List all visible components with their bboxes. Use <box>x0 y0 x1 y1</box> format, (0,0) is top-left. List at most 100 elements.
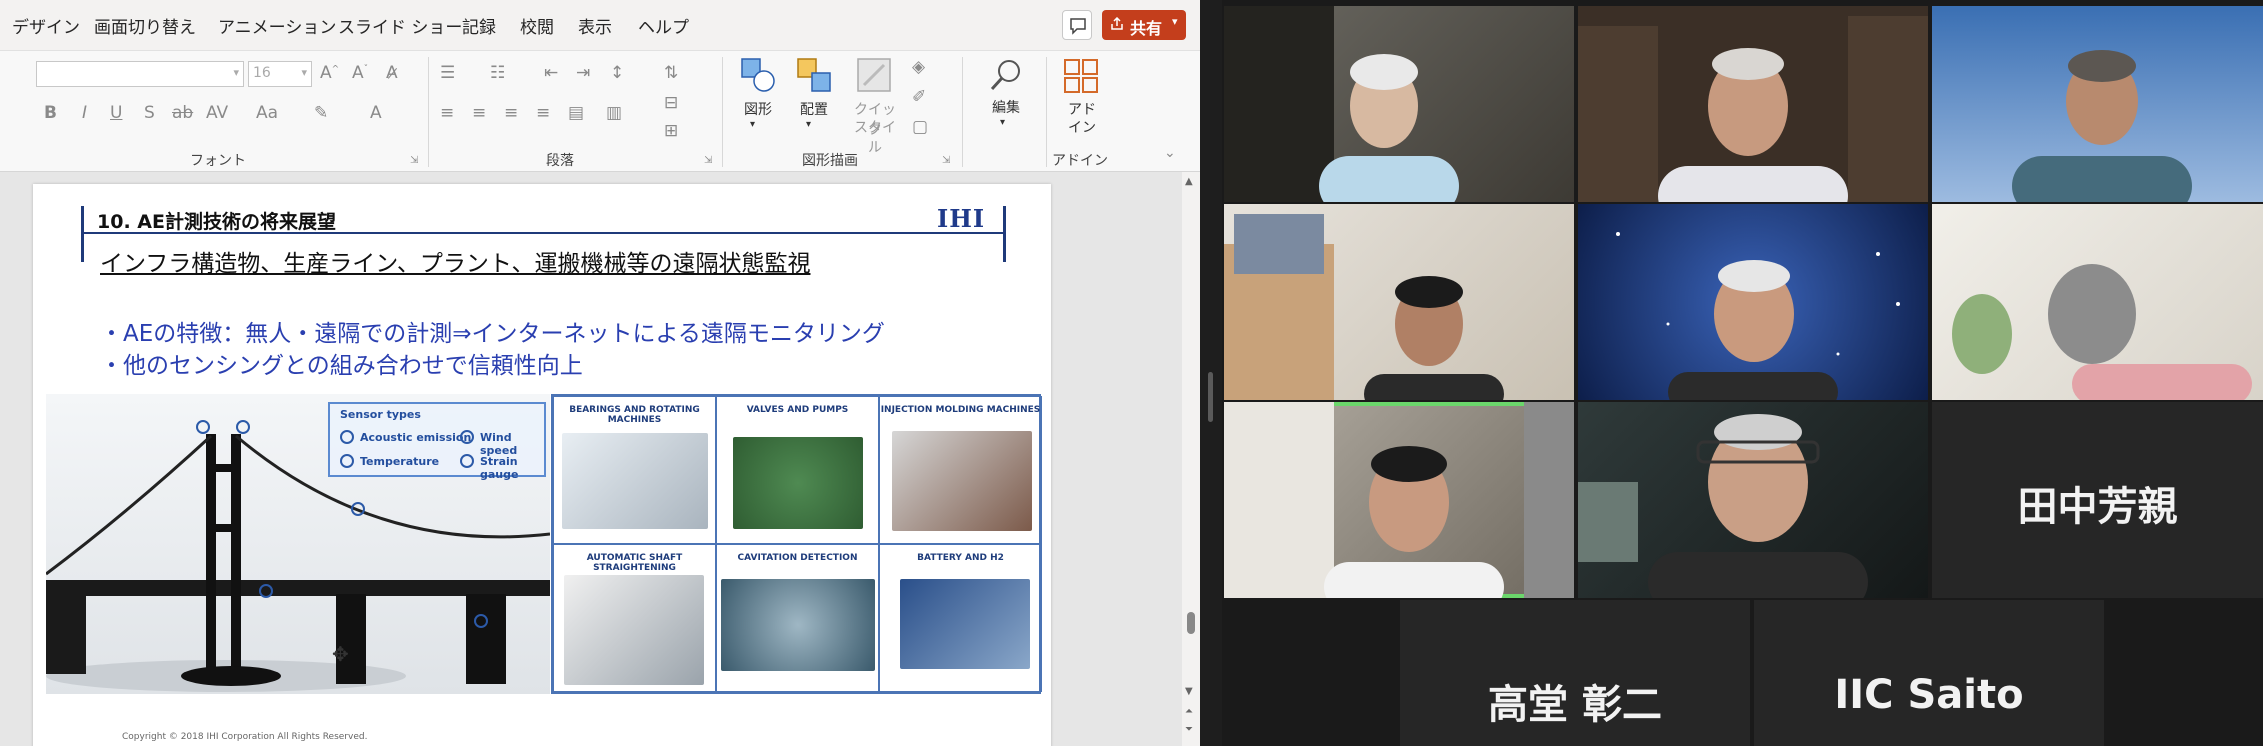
menu-record[interactable]: 記録 <box>462 13 496 38</box>
underline-icon[interactable]: U <box>110 103 122 123</box>
participant-video <box>1578 6 1928 202</box>
ihi-logo: IHI <box>937 204 986 233</box>
strikethrough-icon[interactable]: ab <box>172 103 193 123</box>
prev-slide-icon[interactable]: ⏶ <box>1185 706 1193 717</box>
change-case-icon[interactable]: Aa <box>256 103 278 123</box>
ribbon-separator <box>428 57 429 167</box>
scroll-up-icon[interactable]: ▲ <box>1185 176 1193 187</box>
participant-tile[interactable] <box>1224 6 1574 202</box>
italic-icon[interactable]: I <box>82 103 87 123</box>
injection-image <box>892 431 1032 531</box>
bullets-icon[interactable]: ☰ <box>440 63 455 83</box>
align-left-icon[interactable]: ≡ <box>440 103 454 123</box>
smartart-icon[interactable]: ⊞ <box>664 121 678 141</box>
align-text-icon[interactable]: ⊟ <box>664 93 678 113</box>
cavitation-image <box>721 579 875 671</box>
participant-video <box>1224 6 1459 202</box>
chevron-down-icon: ▾ <box>1172 15 1178 28</box>
participant-tile-name-only[interactable]: IIC Saito <box>1754 600 2104 746</box>
divider-handle[interactable] <box>1208 372 1213 422</box>
participant-name: 高堂 彰二 <box>1488 682 1662 728</box>
shaft-image <box>564 575 704 685</box>
menu-slideshow[interactable]: スライド ショー <box>338 13 462 38</box>
clear-format-icon[interactable]: A̷ <box>386 63 398 83</box>
distributed-icon[interactable]: ▤ <box>568 103 584 123</box>
highlight-icon[interactable]: ✎ <box>314 103 328 123</box>
comments-button[interactable] <box>1062 10 1092 40</box>
chevron-down-icon: ▾ <box>301 66 307 79</box>
participant-tile[interactable] <box>1224 204 1574 400</box>
vertical-scrollbar[interactable]: ▲ ▼ ⏶ ⏷ <box>1182 172 1200 746</box>
menu-view[interactable]: 表示 <box>578 13 612 38</box>
scrollbar-thumb[interactable] <box>1187 612 1195 634</box>
numbering-icon[interactable]: ☷ <box>490 63 505 83</box>
shadow-icon[interactable]: S <box>144 103 155 123</box>
slide-heading: 10. AE計測技術の将来展望 <box>97 211 336 233</box>
participant-video <box>2012 50 2192 202</box>
font-color-icon[interactable]: A <box>370 103 382 123</box>
decrease-indent-icon[interactable]: ⇤ <box>544 63 558 83</box>
font-name-dropdown[interactable]: ▾ <box>36 61 244 87</box>
align-right-icon[interactable]: ≡ <box>504 103 518 123</box>
char-spacing-icon[interactable]: AV <box>206 103 228 123</box>
menu-design[interactable]: デザイン <box>12 13 80 38</box>
acoustic-sensor-marker-icon <box>474 614 488 628</box>
dialog-launcher-icon[interactable]: ⇲ <box>942 155 950 166</box>
ribbon-separator <box>722 57 723 167</box>
collapse-ribbon-icon[interactable]: ⌄ <box>1164 145 1176 161</box>
shapes-button[interactable]: 図形 ▾ <box>732 55 784 145</box>
addins-button[interactable]: アド イン <box>1054 55 1110 145</box>
text-direction-icon[interactable]: ⇅ <box>664 63 678 83</box>
powerpoint-window: デザイン 画面切り替え アニメーション スライド ショー 記録 校閲 表示 ヘル… <box>0 0 1200 746</box>
shrink-font-icon[interactable]: Aˇ <box>352 63 368 83</box>
participant-video <box>1224 214 1504 400</box>
edit-button[interactable]: 編集 ▾ <box>978 55 1034 145</box>
legend-title: Sensor types <box>340 408 421 421</box>
ribbon-separator <box>1046 57 1047 167</box>
arrange-button[interactable]: 配置 ▾ <box>788 55 840 145</box>
next-slide-icon[interactable]: ⏷ <box>1185 724 1193 735</box>
chevron-down-icon: ▾ <box>750 119 756 130</box>
shape-outline-icon[interactable]: ✐ <box>912 87 926 107</box>
menu-help[interactable]: ヘルプ <box>638 13 689 38</box>
participant-tile[interactable] <box>1578 6 1928 202</box>
participant-tile[interactable] <box>1932 6 2263 202</box>
participant-tile-name-only[interactable]: 高堂 彰二 <box>1400 600 1750 746</box>
font-size-dropdown[interactable]: 16 ▾ <box>248 61 312 87</box>
slide-subtitle: インフラ構造物、生産ライン、プラント、運搬機械等の遠隔状態監視 <box>100 251 811 277</box>
grow-font-icon[interactable]: A^ <box>320 63 339 83</box>
participant-tile[interactable] <box>1932 204 2263 400</box>
slide[interactable]: 10. AE計測技術の将来展望 IHI インフラ構造物、生産ライン、プラント、運… <box>33 184 1051 746</box>
share-button[interactable]: 共有 ▾ <box>1102 10 1186 40</box>
dialog-launcher-icon[interactable]: ⇲ <box>704 155 712 166</box>
menu-animations[interactable]: アニメーション <box>218 13 336 38</box>
align-center-icon[interactable]: ≡ <box>472 103 486 123</box>
shape-fill-icon[interactable]: ◈ <box>912 57 925 77</box>
bold-icon[interactable]: B <box>44 103 57 123</box>
increase-indent-icon[interactable]: ⇥ <box>576 63 590 83</box>
acoustic-emission-icon <box>340 430 354 444</box>
participant-tile[interactable] <box>1578 402 1928 598</box>
participant-video <box>1578 414 1868 598</box>
participant-tile-name-only[interactable]: 田中芳親 <box>1932 402 2263 598</box>
cell-valves: VALVES AND PUMPS <box>716 396 879 544</box>
scroll-down-icon[interactable]: ▼ <box>1185 686 1193 697</box>
temperature-icon <box>340 454 354 468</box>
participant-tile-active-speaker[interactable] <box>1224 402 1574 598</box>
dialog-launcher-icon[interactable]: ⇲ <box>410 155 418 166</box>
columns-icon[interactable]: ▥ <box>606 103 622 123</box>
shape-effects-icon[interactable]: ▢ <box>912 117 928 137</box>
addins-icon <box>1064 59 1098 93</box>
menu-transitions[interactable]: 画面切り替え <box>94 13 196 38</box>
quick-styles-button[interactable]: クイック スタイル <box>844 55 904 156</box>
temperature-sensor-marker-icon <box>236 420 250 434</box>
applications-grid: BEARINGS AND ROTATING MACHINES VALVES AN… <box>551 394 1042 694</box>
split-divider[interactable] <box>1200 0 1222 746</box>
participant-tile[interactable] <box>1578 204 1928 400</box>
participant-video <box>1952 264 2252 400</box>
line-spacing-icon[interactable]: ↕ <box>610 63 624 83</box>
menu-review[interactable]: 校閲 <box>520 13 554 38</box>
participant-video <box>1224 402 1574 598</box>
wind-sensor-marker-icon <box>196 420 210 434</box>
justify-icon[interactable]: ≡ <box>536 103 550 123</box>
